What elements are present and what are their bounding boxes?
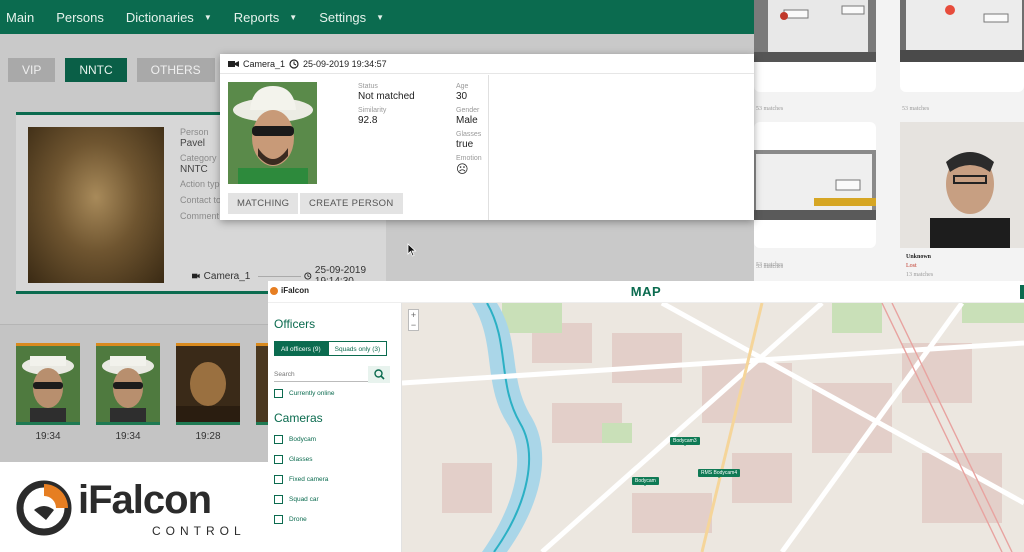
squads-only-toggle[interactable]: Squads only (3) xyxy=(327,341,388,356)
thumb-time: 19:34 xyxy=(115,431,141,442)
detection-thumb[interactable] xyxy=(176,343,240,425)
nav-persons[interactable]: Persons xyxy=(56,10,104,25)
checkbox-icon xyxy=(274,474,283,484)
modal-camera: Camera_1 xyxy=(243,58,286,69)
brand-subtitle: CONTROL xyxy=(152,524,246,538)
map-title: MAP xyxy=(630,284,662,299)
caret-down-icon: ▼ xyxy=(376,12,385,22)
thumb-time: 19:28 xyxy=(195,431,221,442)
checkbox-icon xyxy=(274,494,283,504)
tab-vip[interactable]: VIP xyxy=(8,58,56,82)
all-officers-toggle[interactable]: All officers (9) xyxy=(274,341,328,356)
nav-dictionaries[interactable]: Dictionaries ▼ xyxy=(126,10,212,25)
map-sidebar: Officers All officers (9) Squads only (3… xyxy=(268,303,402,552)
falcon-logo-icon xyxy=(16,480,72,536)
brand-logo: iFalcon CONTROL xyxy=(0,462,268,552)
officer-search xyxy=(274,366,401,383)
detection-thumb[interactable] xyxy=(256,343,268,425)
caret-down-icon: ▼ xyxy=(289,12,298,22)
modal-fields-right: Age 30 Gender Male Glasses true Emotion … xyxy=(456,82,516,178)
currently-online-checkbox[interactable]: Currently online xyxy=(274,383,401,403)
camera-type-glasses[interactable]: Glasses xyxy=(274,449,401,469)
create-person-button[interactable]: CREATE PERSON xyxy=(300,193,403,214)
clock-icon xyxy=(304,272,312,280)
thumb-time: 19:34 xyxy=(35,431,61,442)
clock-icon xyxy=(289,58,299,69)
match-tile-unknown[interactable]: Unknown Lost 13 matches xyxy=(900,122,1024,278)
person-fields: Person Pavel Category NNTC Action type C… xyxy=(180,127,225,221)
modal-header: Camera_1 25-09-2019 19:34:57 xyxy=(220,54,754,74)
match-tile[interactable]: 53 matches xyxy=(754,0,876,112)
video-camera-icon xyxy=(192,273,200,279)
map-panel: iFalcon MAP Officers All officers (9) Sq… xyxy=(268,281,1024,552)
map-tiles xyxy=(402,303,1024,552)
cameras-title: Cameras xyxy=(274,411,323,425)
match-tile[interactable]: 53 matches xyxy=(900,0,1024,112)
matching-button[interactable]: MATCHING xyxy=(228,193,299,214)
map-marker-bodycam3[interactable]: Bodycam3 xyxy=(670,437,700,446)
detection-thumb[interactable] xyxy=(96,343,160,425)
menu-handle[interactable] xyxy=(1020,285,1024,299)
map-marker-bodycam[interactable]: Bodycam xyxy=(632,477,659,486)
camera-type-drone[interactable]: Drone xyxy=(274,509,401,529)
caret-down-icon: ▼ xyxy=(203,12,212,22)
nav-settings[interactable]: Settings ▼ xyxy=(319,10,384,25)
search-input[interactable] xyxy=(274,367,368,382)
search-button[interactable] xyxy=(368,366,390,383)
video-camera-icon xyxy=(228,60,239,67)
matches-grid: 53 matches 53 matches 53 matches Unknown… xyxy=(754,0,1024,282)
map-view[interactable]: + − Bodycam3 Bodycam RMS Bodycam4 xyxy=(402,303,1024,552)
modal-datetime: 25-09-2019 19:34:57 xyxy=(303,58,387,69)
camera-type-squad-car[interactable]: Squad car xyxy=(274,489,401,509)
map-marker-rms-bodycam4[interactable]: RMS Bodycam4 xyxy=(698,469,741,478)
match-tile[interactable]: 53 matches xyxy=(754,122,876,268)
nav-main[interactable]: Main xyxy=(6,10,34,25)
detection-thumb[interactable] xyxy=(16,343,80,425)
checkbox-icon xyxy=(274,388,283,398)
tab-nntc[interactable]: NNTC xyxy=(65,58,127,82)
checkbox-icon xyxy=(274,454,283,464)
map-logo: iFalcon xyxy=(270,286,309,295)
status-value: Not matched xyxy=(358,91,415,102)
nav-reports[interactable]: Reports ▼ xyxy=(234,10,297,25)
top-navigation: Main Persons Dictionaries ▼ Reports ▼ Sett… xyxy=(0,0,754,34)
zoom-control: + − xyxy=(408,309,419,331)
mouse-cursor-icon xyxy=(407,243,417,257)
category-tabs: VIP NNTC OTHERS xyxy=(8,58,225,82)
glasses-value: true xyxy=(456,139,474,150)
search-icon xyxy=(373,369,385,380)
falcon-logo-icon xyxy=(270,286,278,295)
zoom-out-button[interactable]: − xyxy=(409,320,418,330)
modal-fields-left: Status Not matched Similarity 92.8 xyxy=(358,82,458,130)
detection-modal: Camera_1 25-09-2019 19:34:57 Status Not … xyxy=(220,54,754,220)
camera-type-fixed[interactable]: Fixed camera xyxy=(274,469,401,489)
map-header: iFalcon MAP xyxy=(268,281,1024,303)
detected-face-photo xyxy=(228,82,317,184)
officers-title: Officers xyxy=(274,317,316,331)
officers-filter: All officers (9) Squads only (3) xyxy=(274,341,401,356)
emotion-sad-icon: ☹ xyxy=(456,162,469,176)
gender-value: Male xyxy=(456,115,478,126)
similarity-value: 92.8 xyxy=(358,115,378,126)
brand-name: iFalcon xyxy=(78,478,212,522)
zoom-in-button[interactable]: + xyxy=(409,310,418,320)
camera-type-bodycam[interactable]: Bodycam xyxy=(274,429,401,449)
checkbox-icon xyxy=(274,514,283,524)
checkbox-icon xyxy=(274,434,283,444)
tab-others[interactable]: OTHERS xyxy=(136,58,215,82)
modal-divider xyxy=(488,75,489,220)
person-photo xyxy=(28,127,164,283)
age-value: 30 xyxy=(456,91,468,102)
